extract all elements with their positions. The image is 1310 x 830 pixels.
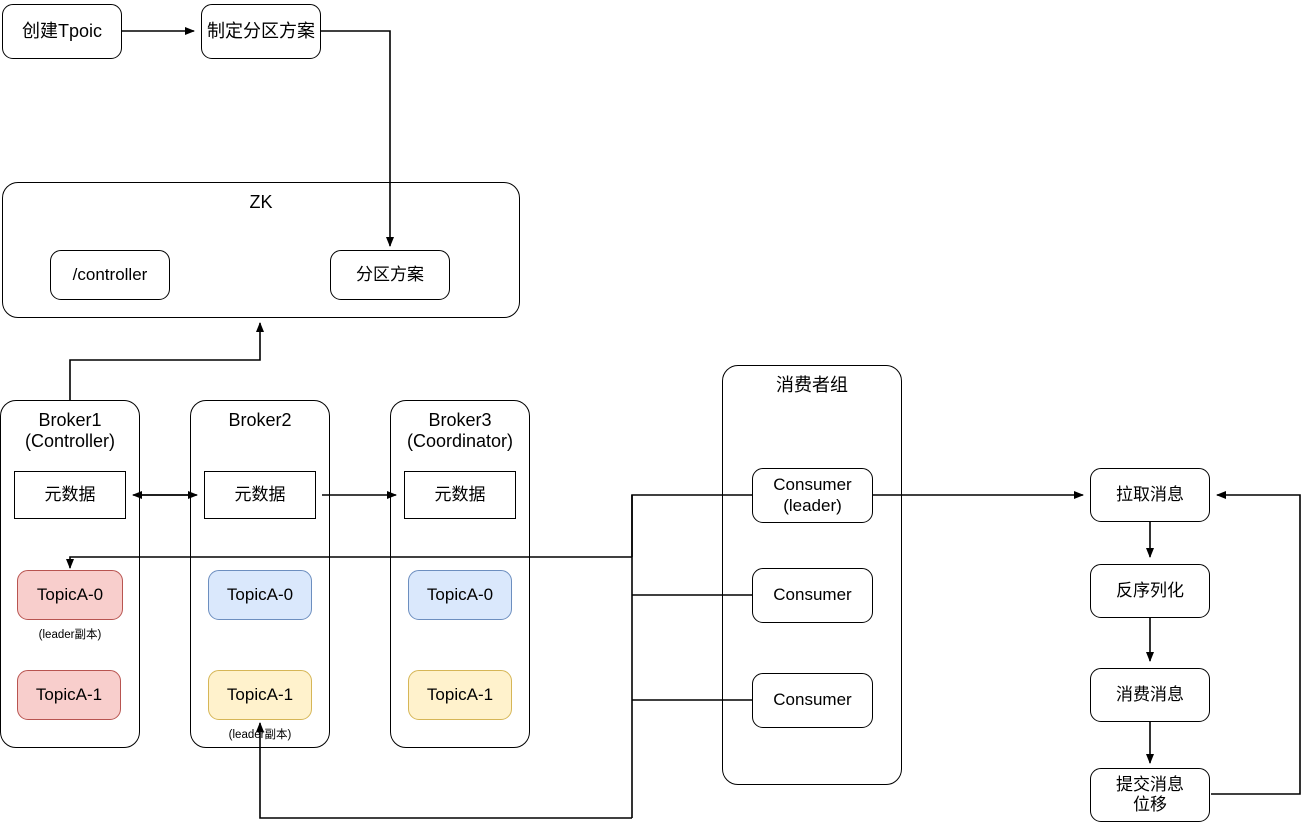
node-partition-plan[interactable]: 制定分区方案 [201, 4, 321, 59]
consumer-3[interactable]: Consumer [752, 673, 873, 728]
broker-2-metadata[interactable]: 元数据 [204, 471, 316, 519]
step-pull-message[interactable]: 拉取消息 [1090, 468, 1210, 522]
broker-2-title: Broker2 [228, 410, 292, 430]
broker-3-partition-topica-1[interactable]: TopicA-1 [408, 670, 512, 720]
node-create-topic[interactable]: 创建Tpoic [2, 4, 122, 59]
consumer-group-title: 消费者组 [776, 375, 848, 395]
broker-1-partition-topica-0[interactable]: TopicA-0 [17, 570, 123, 620]
step-commit-offset[interactable]: 提交消息 位移 [1090, 768, 1210, 822]
broker-2-partition-topica-0[interactable]: TopicA-0 [208, 570, 312, 620]
diagram-canvas: 创建Tpoic 制定分区方案 ZK /controller 分区方案 Broke… [0, 0, 1310, 830]
broker-3-metadata[interactable]: 元数据 [404, 471, 516, 519]
broker-3-title: Broker3 (Coordinator) [406, 410, 514, 452]
broker-2-partition-topica-1[interactable]: TopicA-1 [208, 670, 312, 720]
broker-1-metadata[interactable]: 元数据 [14, 471, 126, 519]
consumer-2[interactable]: Consumer [752, 568, 873, 623]
edge-broker1-to-zk [69, 322, 264, 400]
broker-1-partition-topica-0-caption: (leader副本) [38, 629, 102, 641]
broker-1-title: Broker1 (Controller) [24, 410, 116, 452]
consumer-leader[interactable]: Consumer (leader) [752, 468, 873, 523]
node-zk-controller[interactable]: /controller [50, 250, 170, 300]
broker-2-partition-topica-1-caption: (leader副本) [228, 729, 292, 741]
broker-3-partition-topica-0[interactable]: TopicA-0 [408, 570, 512, 620]
edge-bus-to-topica0-leader [66, 556, 632, 569]
zk-title: ZK [249, 192, 273, 212]
broker-1-partition-topica-1[interactable]: TopicA-1 [17, 670, 121, 720]
step-deserialize[interactable]: 反序列化 [1090, 564, 1210, 618]
step-consume-message[interactable]: 消费消息 [1090, 668, 1210, 722]
edge-commit-back-to-pull [1211, 491, 1301, 795]
node-zk-partition-plan[interactable]: 分区方案 [330, 250, 450, 300]
